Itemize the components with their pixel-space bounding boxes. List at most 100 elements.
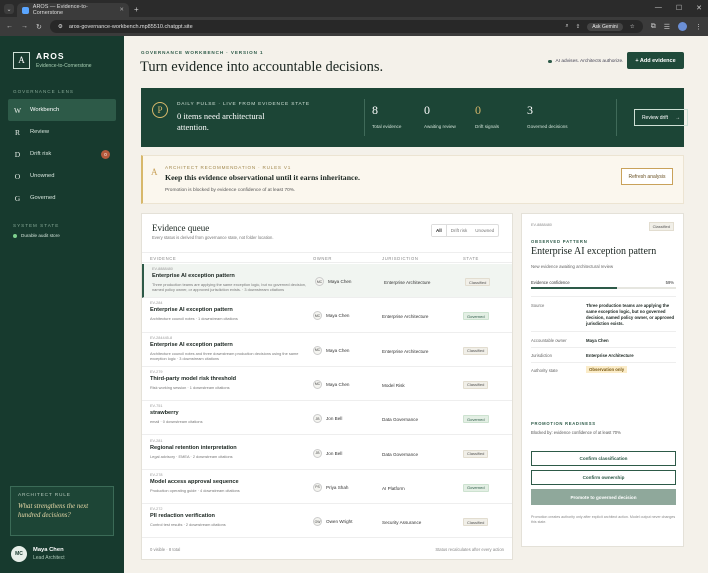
profile-avatar[interactable] <box>678 22 687 31</box>
confirm-ownership-button[interactable]: Confirm ownership <box>531 470 676 485</box>
owner-cell: MC Maya Chen <box>313 311 350 321</box>
extensions-icon[interactable]: ⧉ <box>651 23 656 31</box>
sidebar-item-unowned[interactable]: O Unowned <box>8 165 116 187</box>
advisory-note: AI advises. Architects authorize. <box>548 59 624 64</box>
sidebar-item-workbench[interactable]: W Workbench <box>8 99 116 121</box>
owner-cell: MC Maya Chen <box>313 345 350 355</box>
table-row[interactable]: EV-279 Third-party model risk threshold Ri… <box>142 367 512 402</box>
jurisdiction-cell: Enterprise Architecture <box>384 280 431 285</box>
close-tab-icon[interactable]: ✕ <box>119 7 124 13</box>
table-row[interactable]: EV-272 PII redaction verification Control … <box>142 504 512 539</box>
filter-drift-risk[interactable]: Drift risk <box>447 225 472 236</box>
table-row[interactable]: EV-284 Enterprise AI exception pattern Arc… <box>142 298 512 333</box>
site-info-icon[interactable]: ⚙ <box>58 24 63 30</box>
refresh-analysis-button[interactable]: Refresh analysis <box>621 168 673 185</box>
architect-rule-card: ARCHITECT RULE What strengthens the next… <box>10 486 114 536</box>
status-badge: Classified <box>463 346 489 355</box>
reading-list-icon[interactable]: ☰ <box>664 23 670 31</box>
filter-unowned[interactable]: Unowned <box>471 225 498 236</box>
logo[interactable]: A AROS Evidence-to-Cornerstone <box>0 36 124 69</box>
filter-all[interactable]: All <box>432 225 447 236</box>
owner-name: Maya Chen <box>328 279 352 284</box>
evidence-title: Enterprise AI exception pattern <box>152 273 235 279</box>
browser-tab[interactable]: AROS — Evidence-to-Cornerstone ✕ <box>17 3 129 17</box>
evidence-id: EV-272 <box>150 507 163 512</box>
avatar: MC <box>313 379 322 389</box>
url-text: aros-governance-workbench.mp85510.chatgp… <box>68 23 193 30</box>
forward-icon[interactable]: → <box>21 23 28 30</box>
jurisdiction-cell: Enterprise Architecture <box>382 314 429 320</box>
browser-chrome: ⌄ AROS — Evidence-to-Cornerstone ✕ + — ☐… <box>0 0 708 36</box>
jurisdiction-cell: Enterprise Architecture <box>382 348 429 354</box>
jurisdiction-cell: Data Governance <box>382 451 419 457</box>
queue-subtitle: Every status is derived from governance … <box>152 235 274 240</box>
sidebar-item-review[interactable]: R Review <box>8 121 116 143</box>
sidebar-item-drift-risk[interactable]: D Drift risk 0 <box>8 143 116 165</box>
user-profile[interactable]: MC Maya Chen Lead Architect <box>11 546 65 562</box>
pulse-icon: P <box>152 102 168 118</box>
confirm-classification-button[interactable]: Confirm classification <box>531 451 676 466</box>
add-evidence-button[interactable]: + Add evidence <box>627 52 684 69</box>
table-row[interactable]: EV-8888480 Enterprise AI exception patter… <box>142 264 512 299</box>
review-drift-button[interactable]: Review drift → <box>634 109 688 126</box>
confidence-bar <box>531 287 676 289</box>
status-badge: Classified <box>463 380 489 389</box>
menu-icon[interactable]: ⋮ <box>695 23 702 31</box>
favicon-icon <box>22 6 29 14</box>
recommendation-title: Keep this evidence observational until i… <box>165 173 360 182</box>
status-badge: Governed <box>463 415 489 424</box>
evidence-description: Architecture council notes · 1 downstrea… <box>150 316 238 322</box>
logo-mark: A <box>13 51 30 69</box>
sidebar-item-governed[interactable]: G Governed <box>8 187 116 209</box>
owner-name: Priya Shah <box>326 484 349 490</box>
table-row[interactable]: EV-284445-8 Enterprise AI exception patte… <box>142 333 512 367</box>
evidence-description: Production operating guide · 4 downstrea… <box>150 487 240 493</box>
table-row[interactable]: EV-281 Regional retention interpretation L… <box>142 436 512 470</box>
ask-gemini-button[interactable]: Ask Gemini <box>587 22 623 31</box>
system-status-text: Durable audit store <box>21 233 60 238</box>
owner-name: Maya Chen <box>326 347 350 353</box>
new-tab-icon[interactable]: + <box>134 5 139 14</box>
maximize-icon[interactable]: ☐ <box>676 4 682 12</box>
divider <box>531 331 676 332</box>
divider <box>531 296 676 297</box>
column-header-state: STATE <box>463 256 479 261</box>
evidence-queue: Evidence queue Every status is derived f… <box>141 213 513 560</box>
promote-button[interactable]: Promote to governed decision <box>531 489 676 505</box>
back-icon[interactable]: ← <box>6 23 13 30</box>
reload-icon[interactable]: ↻ <box>36 23 42 31</box>
evidence-title: Enterprise AI exception pattern <box>150 307 233 314</box>
user-name: Maya Chen <box>33 547 64 553</box>
evidence-description: Control test results · 2 downstream cita… <box>150 522 226 528</box>
status-badge: Classified <box>463 449 489 458</box>
evidence-id: EV-281 <box>150 438 163 443</box>
search-icon[interactable]: ⌕ <box>566 23 569 30</box>
owner-cell: OW Owen Wright <box>313 517 353 527</box>
minimize-icon[interactable]: — <box>655 4 662 12</box>
share-icon[interactable]: ⇪ <box>576 24 581 30</box>
table-row[interactable]: EV-278 Model access approval sequence Prod… <box>142 470 512 505</box>
stat-label: Total evidence <box>372 124 402 129</box>
stat-total-evidence: 8 Total evidence <box>372 103 401 129</box>
evidence-title: Enterprise AI exception pattern <box>150 341 233 348</box>
stat-governed-decisions: 3 Governed decisions <box>527 103 568 129</box>
evidence-description: email · 0 downstream citations <box>150 419 203 425</box>
tab-list-icon[interactable]: ⌄ <box>4 4 14 14</box>
confidence-bar-fill <box>531 287 617 289</box>
owner-name: Owen Wright <box>326 519 353 525</box>
stat-label: Governed decisions <box>527 124 568 129</box>
page-eyebrow: GOVERNANCE WORKBENCH · VERSION 1 <box>141 50 264 55</box>
bookmark-icon[interactable]: ☆ <box>630 24 635 30</box>
brand-subtitle: Evidence-to-Cornerstone <box>36 63 92 69</box>
url-input[interactable]: ⚙ aros-governance-workbench.mp85510.chat… <box>49 20 643 33</box>
workbench-icon: W <box>14 105 22 115</box>
brand-name: AROS <box>36 51 65 61</box>
table-row[interactable]: EV-751 strawberry email · 0 downstream cit… <box>142 401 512 436</box>
drift-count-badge: 0 <box>101 149 110 159</box>
stat-awaiting-review: 0 Awaiting review <box>424 103 456 129</box>
main-content: GOVERNANCE WORKBENCH · VERSION 1 Turn ev… <box>124 36 708 573</box>
detail-subtitle: New evidence awaiting architectural revi… <box>531 264 614 269</box>
table-header: EVIDENCE OWNER JURISDICTION STATE <box>142 252 512 263</box>
column-header-jurisdiction: JURISDICTION <box>382 256 419 261</box>
close-window-icon[interactable]: ✕ <box>696 4 702 12</box>
